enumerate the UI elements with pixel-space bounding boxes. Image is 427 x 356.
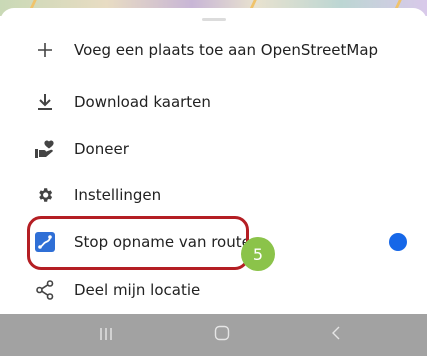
menu-item-settings[interactable]: Instellingen <box>0 172 427 218</box>
recording-status-dot <box>389 233 407 251</box>
menu-item-label: Deel mijn locatie <box>74 281 201 299</box>
drag-handle[interactable] <box>202 18 226 21</box>
download-icon <box>34 91 56 113</box>
plus-icon <box>34 39 56 61</box>
home-icon <box>214 325 230 345</box>
back-icon <box>330 325 342 345</box>
recent-apps-icon <box>99 326 113 345</box>
annotation-highlight-ring <box>27 216 249 270</box>
back-button[interactable] <box>306 314 366 356</box>
share-icon <box>34 279 56 301</box>
menu-item-donate[interactable]: Doneer <box>0 126 427 172</box>
home-button[interactable] <box>192 314 252 356</box>
menu-item-download-maps[interactable]: Download kaarten <box>0 79 427 125</box>
menu-item-label: Download kaarten <box>74 93 211 111</box>
menu-item-add-place[interactable]: Voeg een plaats toe aan OpenStreetMap <box>0 27 427 73</box>
step-number-badge: 5 <box>241 237 275 271</box>
menu-item-label: Doneer <box>74 140 129 158</box>
menu-item-label: Voeg een plaats toe aan OpenStreetMap <box>74 41 379 59</box>
menu-item-share-location[interactable]: Deel mijn locatie <box>0 267 427 313</box>
menu-item-label: Instellingen <box>74 186 162 204</box>
recent-apps-button[interactable] <box>76 314 136 356</box>
donate-hand-heart-icon <box>34 138 56 160</box>
gear-icon <box>34 184 56 206</box>
system-navigation-bar <box>0 314 427 356</box>
